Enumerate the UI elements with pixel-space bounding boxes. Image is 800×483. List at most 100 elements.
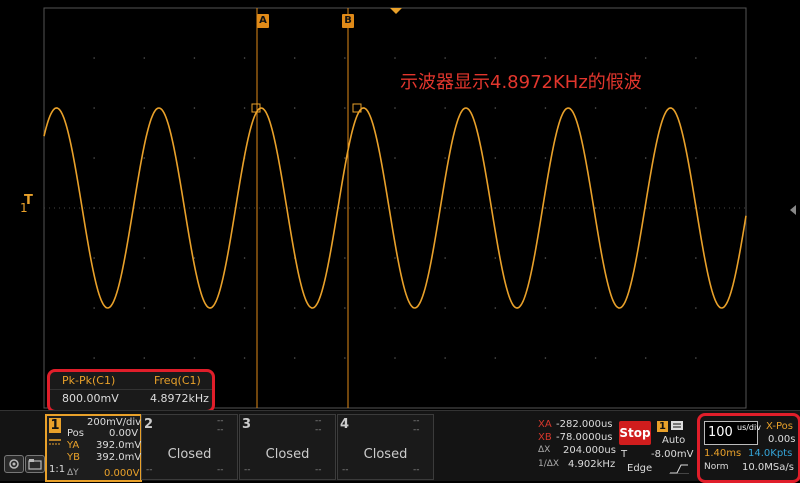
- timebase-scale-box[interactable]: 100 us/div: [704, 421, 761, 445]
- measurement-header-pkpk: Pk-Pk(C1): [62, 374, 116, 387]
- camera-icon[interactable]: [4, 455, 24, 473]
- ch1-dy-value: 0.000V: [104, 468, 140, 479]
- xpos-label: X-Pos: [766, 421, 793, 432]
- measurement-value-freq: 4.8972kHz: [150, 392, 209, 405]
- ch1-pos-value: 0.00V: [109, 428, 139, 439]
- grid-dot: [243, 307, 246, 309]
- grid-dot: [444, 307, 446, 309]
- cursor-readout-panel[interactable]: XA -282.000us XB -78.0000us ΔX 204.000us…: [536, 416, 616, 476]
- cursor-a-marker[interactable]: A: [257, 14, 269, 28]
- grid-dot: [143, 307, 146, 309]
- cursor-xa-label: XA: [538, 419, 552, 430]
- ch4-dash-br: --: [413, 465, 420, 475]
- grid-dot: [695, 257, 697, 259]
- measurement-divider: [50, 389, 212, 390]
- grid-dot: [695, 357, 697, 359]
- grid-dot: [494, 257, 497, 259]
- measurement-header-freq: Freq(C1): [154, 374, 201, 387]
- timebase-panel[interactable]: 100 us/div X-Pos 0.00s 1.40ms 14.0Kpts N…: [697, 413, 800, 483]
- ch1-ya-label: YA: [67, 440, 80, 451]
- acquisition-mode: Norm: [704, 462, 729, 472]
- grid-dot: [394, 57, 396, 59]
- grid-dot: [594, 207, 597, 209]
- channel-1-number: 1: [49, 418, 61, 433]
- measurement-value-pkpk: 800.00mV: [62, 392, 119, 405]
- grid-dot: [243, 107, 246, 109]
- grid-dot: [193, 57, 196, 59]
- grid-dot: [243, 257, 246, 259]
- grid-dot: [544, 57, 547, 59]
- ch2-dash-mid: --: [217, 425, 224, 435]
- trigger-panel[interactable]: 1 Auto T -8.00mV Edge: [619, 419, 697, 479]
- grid-dot: [444, 107, 446, 109]
- grid-dot: [695, 157, 697, 159]
- cursor-inv-label: 1/ΔX: [538, 459, 560, 469]
- trigger-source: 1: [657, 421, 668, 432]
- grid-dot: [494, 57, 497, 59]
- grid-dot: [644, 157, 647, 159]
- trigger-level-label: T: [621, 449, 628, 460]
- grid-dot: [444, 257, 446, 259]
- grid-dot: [93, 357, 95, 359]
- grid-dot: [243, 357, 246, 359]
- grid-dot: [394, 307, 396, 309]
- grid-dot: [494, 157, 497, 159]
- grid-dot: [544, 307, 547, 309]
- grid-dot: [293, 107, 296, 109]
- acquisition-span: 1.40ms: [704, 448, 742, 459]
- annotation-text: 示波器显示4.8972KHz的假波: [400, 72, 642, 93]
- ch1-scale: 200mV/div: [87, 417, 142, 428]
- grid-dot: [143, 357, 146, 359]
- ch4-dash-mid: --: [413, 425, 420, 435]
- trigger-coupling-icon: [671, 421, 683, 430]
- grid-dot: [544, 257, 547, 259]
- status-bar: 1 200mV/div Pos 0.00V YA 392.0mV YB 392.…: [0, 410, 800, 483]
- grid-dot: [644, 57, 647, 59]
- ch1-pos-label: Pos: [67, 428, 85, 439]
- grid-dot: [193, 157, 196, 159]
- ch1-ya-value: 392.0mV: [96, 440, 142, 451]
- grid-dot: [644, 307, 647, 309]
- timebase-unit: us/div: [737, 423, 761, 432]
- grid-dot: [143, 157, 146, 159]
- grid-dot: [444, 157, 446, 159]
- trigger-position-marker[interactable]: [390, 8, 402, 14]
- grid-dot: [544, 357, 547, 359]
- ch3-dash-bl: --: [244, 465, 251, 475]
- channel-1-panel[interactable]: 1 200mV/div Pos 0.00V YA 392.0mV YB 392.…: [45, 414, 142, 482]
- cursor-xb-value: -78.0000us: [556, 432, 613, 443]
- trigger-mode: Auto: [662, 435, 686, 446]
- ch1-dy-label: ΔY: [67, 468, 79, 478]
- grid-dot: [394, 157, 396, 159]
- grid-dot: [644, 357, 647, 359]
- trigger-level-value: -8.00mV: [651, 449, 694, 460]
- grid-dot: [695, 307, 697, 309]
- cursor-inv-value: 4.902kHz: [568, 459, 616, 470]
- grid-dot: [143, 257, 146, 259]
- grid-dot: [394, 257, 396, 259]
- grid-dot: [93, 257, 95, 259]
- cursor-a-point: [251, 103, 261, 113]
- grid-dot: [594, 57, 597, 59]
- channel-3-panel[interactable]: 3 -- -- Closed -- --: [239, 414, 336, 480]
- ch3-status: Closed: [265, 447, 310, 462]
- grid-dot: [344, 157, 346, 159]
- acquisition-points: 14.0Kpts: [748, 448, 793, 459]
- xpos-value: 0.00s: [768, 434, 796, 445]
- ch1-offset-marker[interactable]: 1: [20, 201, 28, 215]
- channel-2-panel[interactable]: 2 -- -- Closed -- --: [141, 414, 238, 480]
- grid-dot: [644, 257, 647, 259]
- grid-dot: [644, 107, 647, 109]
- cursor-b-marker[interactable]: B: [342, 14, 354, 28]
- grid-dot: [594, 257, 597, 259]
- measurement-panel[interactable]: Pk-Pk(C1) Freq(C1) 800.00mV 4.8972kHz: [47, 369, 215, 413]
- ch4-status: Closed: [363, 447, 408, 462]
- grid-dot: [494, 357, 497, 359]
- grid-dot: [93, 307, 95, 309]
- grid-dot: [594, 107, 597, 109]
- grid-dot: [93, 157, 95, 159]
- folder-icon[interactable]: [25, 455, 45, 473]
- channel-4-panel[interactable]: 4 -- -- Closed -- --: [337, 414, 434, 480]
- grid-dot: [344, 307, 346, 309]
- right-arrow-icon[interactable]: [790, 205, 796, 215]
